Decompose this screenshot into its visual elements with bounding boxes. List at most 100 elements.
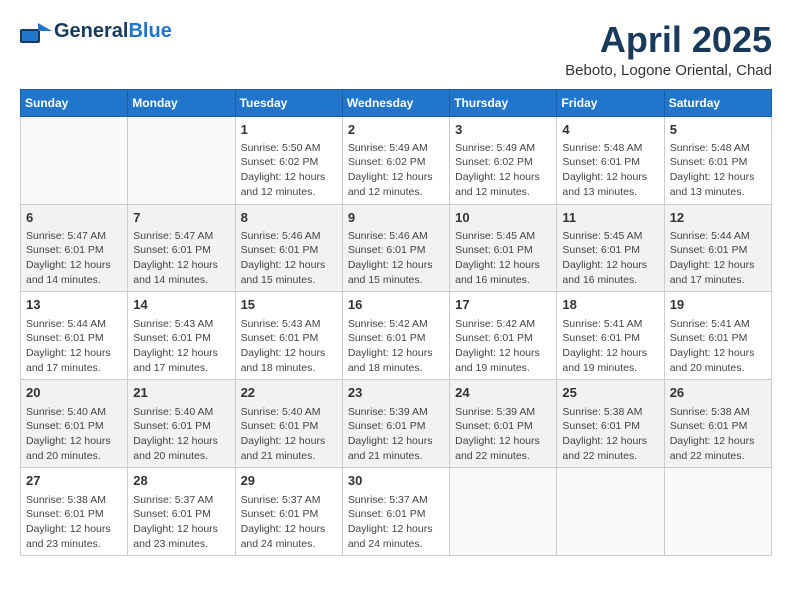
col-thursday: Thursday bbox=[450, 89, 557, 116]
table-row: 22 Sunrise: 5:40 AMSunset: 6:01 PMDayligh… bbox=[235, 380, 342, 468]
day-number: 19 bbox=[670, 296, 766, 314]
table-row: 14Sunrise: 5:43 AMSunset: 6:01 PMDayligh… bbox=[128, 292, 235, 380]
col-monday: Monday bbox=[128, 89, 235, 116]
day-info: Sunrise: 5:46 AMSunset: 6:01 PMDaylight:… bbox=[241, 229, 337, 288]
day-info: Sunrise: 5:37 AMSunset: 6:01 PMDaylight:… bbox=[348, 493, 444, 552]
day-number: 24 bbox=[455, 384, 551, 402]
day-info: Sunrise: 5:43 AMSunset: 6:01 PMDaylight:… bbox=[133, 317, 229, 376]
calendar-week-row: 6 Sunrise: 5:47 AMSunset: 6:01 PMDaylight… bbox=[21, 204, 772, 292]
table-row: 23 Sunrise: 5:39 AMSunset: 6:01 PMDayligh… bbox=[342, 380, 449, 468]
day-info: Sunrise: 5:42 AMSunset: 6:01 PMDaylight:… bbox=[348, 317, 444, 376]
day-info: Sunrise: 5:44 AMSunset: 6:01 PMDaylight:… bbox=[26, 317, 122, 376]
day-info: Sunrise: 5:47 AMSunset: 6:01 PMDaylight:… bbox=[26, 229, 122, 288]
day-info: Sunrise: 5:50 AMSunset: 6:02 PMDaylight:… bbox=[241, 141, 337, 200]
day-number: 3 bbox=[455, 121, 551, 139]
day-number: 15 bbox=[241, 296, 337, 314]
day-info: Sunrise: 5:38 AMSunset: 6:01 PMDaylight:… bbox=[670, 405, 766, 464]
day-number: 2 bbox=[348, 121, 444, 139]
table-row: 20 Sunrise: 5:40 AMSunset: 6:01 PMDayligh… bbox=[21, 380, 128, 468]
day-number: 23 bbox=[348, 384, 444, 402]
table-row: 15 Sunrise: 5:43 AMSunset: 6:01 PMDayligh… bbox=[235, 292, 342, 380]
day-info: Sunrise: 5:48 AMSunset: 6:01 PMDaylight:… bbox=[670, 141, 766, 200]
table-row: 18 Sunrise: 5:41 AMSunset: 6:01 PMDayligh… bbox=[557, 292, 664, 380]
day-number: 27 bbox=[26, 472, 122, 490]
table-row: 4Sunrise: 5:48 AMSunset: 6:01 PMDaylight… bbox=[557, 116, 664, 204]
page-header: GeneralBlue April 2025 Beboto, Logone Or… bbox=[20, 20, 772, 79]
day-number: 8 bbox=[241, 209, 337, 227]
table-row bbox=[664, 468, 771, 556]
table-row: 16 Sunrise: 5:42 AMSunset: 6:01 PMDayligh… bbox=[342, 292, 449, 380]
day-number: 21 bbox=[133, 384, 229, 402]
day-number: 28 bbox=[133, 472, 229, 490]
col-saturday: Saturday bbox=[664, 89, 771, 116]
table-row: 13 Sunrise: 5:44 AMSunset: 6:01 PMDayligh… bbox=[21, 292, 128, 380]
day-number: 11 bbox=[562, 209, 658, 227]
day-info: Sunrise: 5:48 AMSunset: 6:01 PMDaylight:… bbox=[562, 141, 658, 200]
col-sunday: Sunday bbox=[21, 89, 128, 116]
day-number: 12 bbox=[670, 209, 766, 227]
table-row: 9 Sunrise: 5:46 AMSunset: 6:01 PMDaylight… bbox=[342, 204, 449, 292]
logo-blue-text: Blue bbox=[128, 20, 171, 42]
day-info: Sunrise: 5:40 AMSunset: 6:01 PMDaylight:… bbox=[26, 405, 122, 464]
day-info: Sunrise: 5:49 AMSunset: 6:02 PMDaylight:… bbox=[348, 141, 444, 200]
day-number: 18 bbox=[562, 296, 658, 314]
col-wednesday: Wednesday bbox=[342, 89, 449, 116]
day-info: Sunrise: 5:40 AMSunset: 6:01 PMDaylight:… bbox=[241, 405, 337, 464]
table-row: 12Sunrise: 5:44 AMSunset: 6:01 PMDayligh… bbox=[664, 204, 771, 292]
calendar-table: Sunday Monday Tuesday Wednesday Thursday… bbox=[20, 89, 772, 557]
table-row: 28Sunrise: 5:37 AMSunset: 6:01 PMDayligh… bbox=[128, 468, 235, 556]
table-row: 5 Sunrise: 5:48 AMSunset: 6:01 PMDaylight… bbox=[664, 116, 771, 204]
day-info: Sunrise: 5:38 AMSunset: 6:01 PMDaylight:… bbox=[562, 405, 658, 464]
day-info: Sunrise: 5:47 AMSunset: 6:01 PMDaylight:… bbox=[133, 229, 229, 288]
table-row: 1Sunrise: 5:50 AMSunset: 6:02 PMDaylight… bbox=[235, 116, 342, 204]
day-info: Sunrise: 5:49 AMSunset: 6:02 PMDaylight:… bbox=[455, 141, 551, 200]
month-title: April 2025 bbox=[565, 20, 772, 60]
table-row bbox=[21, 116, 128, 204]
table-row: 10Sunrise: 5:45 AMSunset: 6:01 PMDayligh… bbox=[450, 204, 557, 292]
day-number: 13 bbox=[26, 296, 122, 314]
logo: GeneralBlue bbox=[20, 20, 172, 43]
day-info: Sunrise: 5:37 AMSunset: 6:01 PMDaylight:… bbox=[241, 493, 337, 552]
calendar-week-row: 1Sunrise: 5:50 AMSunset: 6:02 PMDaylight… bbox=[21, 116, 772, 204]
day-number: 26 bbox=[670, 384, 766, 402]
day-number: 20 bbox=[26, 384, 122, 402]
table-row: 11Sunrise: 5:45 AMSunset: 6:01 PMDayligh… bbox=[557, 204, 664, 292]
table-row bbox=[450, 468, 557, 556]
day-info: Sunrise: 5:43 AMSunset: 6:01 PMDaylight:… bbox=[241, 317, 337, 376]
calendar-week-row: 20 Sunrise: 5:40 AMSunset: 6:01 PMDayligh… bbox=[21, 380, 772, 468]
day-number: 29 bbox=[241, 472, 337, 490]
table-row: 8 Sunrise: 5:46 AMSunset: 6:01 PMDaylight… bbox=[235, 204, 342, 292]
table-row: 29 Sunrise: 5:37 AMSunset: 6:01 PMDayligh… bbox=[235, 468, 342, 556]
table-row: 3 Sunrise: 5:49 AMSunset: 6:02 PMDaylight… bbox=[450, 116, 557, 204]
col-friday: Friday bbox=[557, 89, 664, 116]
day-info: Sunrise: 5:39 AMSunset: 6:01 PMDaylight:… bbox=[348, 405, 444, 464]
table-row: 19Sunrise: 5:41 AMSunset: 6:01 PMDayligh… bbox=[664, 292, 771, 380]
table-row: 17Sunrise: 5:42 AMSunset: 6:01 PMDayligh… bbox=[450, 292, 557, 380]
col-tuesday: Tuesday bbox=[235, 89, 342, 116]
table-row: 26 Sunrise: 5:38 AMSunset: 6:01 PMDayligh… bbox=[664, 380, 771, 468]
logo-general-text: General bbox=[54, 20, 128, 42]
day-number: 16 bbox=[348, 296, 444, 314]
day-info: Sunrise: 5:41 AMSunset: 6:01 PMDaylight:… bbox=[562, 317, 658, 376]
day-info: Sunrise: 5:39 AMSunset: 6:01 PMDaylight:… bbox=[455, 405, 551, 464]
table-row: 27 Sunrise: 5:38 AMSunset: 6:01 PMDayligh… bbox=[21, 468, 128, 556]
calendar-week-row: 13 Sunrise: 5:44 AMSunset: 6:01 PMDayligh… bbox=[21, 292, 772, 380]
table-row: 21 Sunrise: 5:40 AMSunset: 6:01 PMDayligh… bbox=[128, 380, 235, 468]
day-info: Sunrise: 5:46 AMSunset: 6:01 PMDaylight:… bbox=[348, 229, 444, 288]
day-info: Sunrise: 5:38 AMSunset: 6:01 PMDaylight:… bbox=[26, 493, 122, 552]
day-number: 6 bbox=[26, 209, 122, 227]
table-row: 2 Sunrise: 5:49 AMSunset: 6:02 PMDaylight… bbox=[342, 116, 449, 204]
day-info: Sunrise: 5:40 AMSunset: 6:01 PMDaylight:… bbox=[133, 405, 229, 464]
day-number: 22 bbox=[241, 384, 337, 402]
table-row: 6 Sunrise: 5:47 AMSunset: 6:01 PMDaylight… bbox=[21, 204, 128, 292]
calendar-week-row: 27 Sunrise: 5:38 AMSunset: 6:01 PMDayligh… bbox=[21, 468, 772, 556]
table-row: 7Sunrise: 5:47 AMSunset: 6:01 PMDaylight… bbox=[128, 204, 235, 292]
table-row bbox=[128, 116, 235, 204]
title-block: April 2025 Beboto, Logone Oriental, Chad bbox=[565, 20, 772, 79]
logo-icon bbox=[20, 21, 52, 43]
table-row: 24 Sunrise: 5:39 AMSunset: 6:01 PMDayligh… bbox=[450, 380, 557, 468]
day-number: 9 bbox=[348, 209, 444, 227]
location-text: Beboto, Logone Oriental, Chad bbox=[565, 62, 772, 79]
table-row: 25Sunrise: 5:38 AMSunset: 6:01 PMDayligh… bbox=[557, 380, 664, 468]
day-number: 5 bbox=[670, 121, 766, 139]
